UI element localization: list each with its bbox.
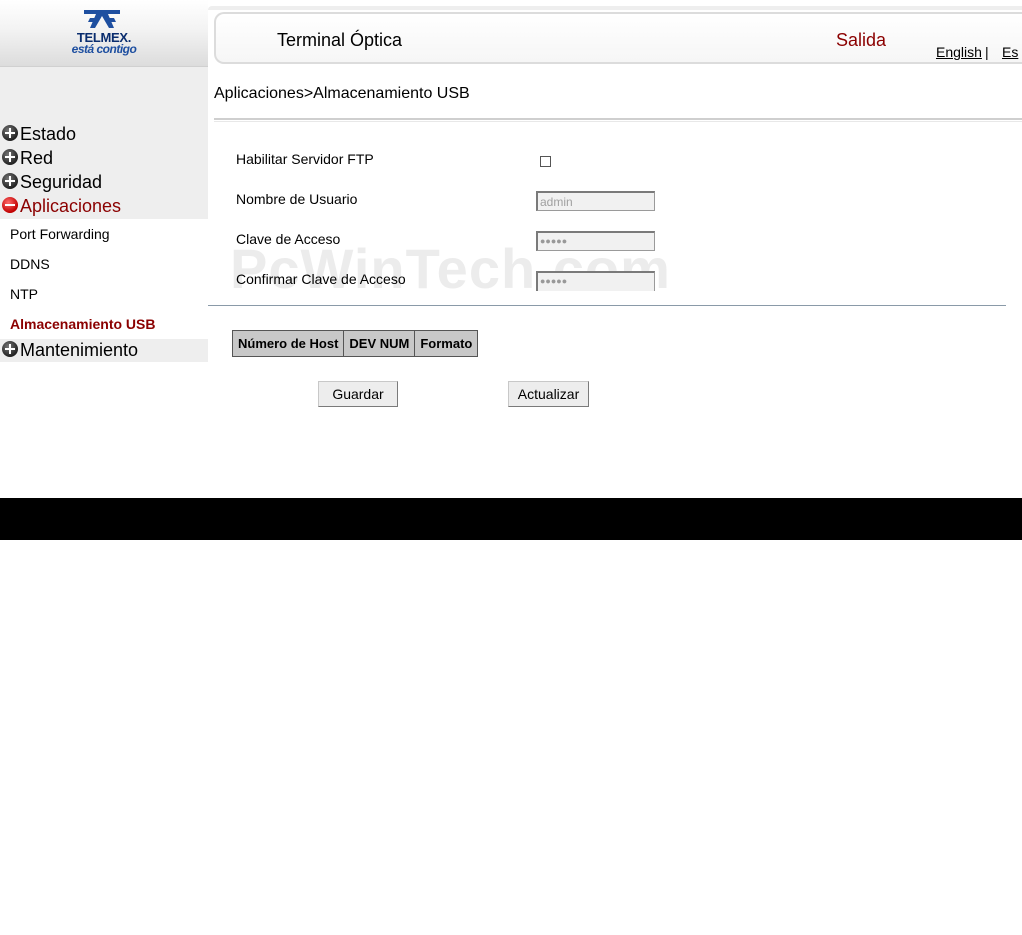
collapse-minus-icon <box>2 197 18 213</box>
sidebar-item-estado[interactable]: Estado <box>0 123 208 147</box>
confirm-password-label: Confirmar Clave de Acceso <box>236 271 406 287</box>
expand-plus-icon <box>2 149 18 165</box>
sidebar-item-seguridad[interactable]: Seguridad <box>0 171 208 195</box>
sidebar-item-label: Estado <box>20 124 77 144</box>
submenu-ntp[interactable]: NTP <box>0 279 208 309</box>
brand-tagline: está contigo <box>71 42 137 56</box>
form-divider <box>208 305 1006 306</box>
sidebar-item-label: Aplicaciones <box>20 196 122 216</box>
header-top-line <box>208 6 1022 10</box>
confirm-password-mask: ●●●●● <box>540 276 568 286</box>
breadcrumb-divider <box>214 118 1022 120</box>
expand-plus-icon <box>2 125 18 141</box>
lang-separator: | <box>985 44 989 60</box>
ftp-enable-checkbox[interactable] <box>540 156 551 167</box>
telmex-logo-icon <box>84 10 120 28</box>
breadcrumb: Aplicaciones>Almacenamiento USB <box>214 85 470 102</box>
table-header-host: Número de Host <box>231 330 345 357</box>
confirm-password-input[interactable]: ●●●●● <box>536 271 655 291</box>
lang-english-link[interactable]: English <box>936 44 982 60</box>
sidebar-item-aplicaciones[interactable]: Aplicaciones <box>0 195 208 219</box>
table-header-formato: Formato <box>414 330 479 357</box>
lang-spanish-link[interactable]: Es <box>1002 44 1018 60</box>
submenu-ddns[interactable]: DDNS <box>0 249 208 279</box>
expand-plus-icon <box>2 173 18 189</box>
breadcrumb-divider-shadow <box>214 121 1022 122</box>
table-header-dev-num: DEV NUM <box>343 330 416 357</box>
username-label: Nombre de Usuario <box>236 191 358 207</box>
refresh-button[interactable]: Actualizar <box>508 381 589 407</box>
table-header-row: Número de Host DEV NUM Formato <box>231 330 479 357</box>
usb-host-table: Número de Host DEV NUM Formato <box>231 330 479 357</box>
sidebar-item-red[interactable]: Red <box>0 147 208 171</box>
submenu-label: NTP <box>10 286 38 302</box>
submenu-label: DDNS <box>10 256 50 272</box>
sidebar-item-label: Mantenimiento <box>20 340 139 360</box>
logo-area: TELMEX. está contigo <box>0 0 208 67</box>
sidebar: Estado Red Seguridad Aplicaciones Port F… <box>0 67 208 362</box>
ftp-enable-label: Habilitar Servidor FTP <box>236 151 374 167</box>
sidebar-item-mantenimiento[interactable]: Mantenimiento <box>0 339 208 363</box>
username-input[interactable] <box>536 191 655 211</box>
sidebar-item-label: Seguridad <box>20 172 103 192</box>
logout-link[interactable]: Salida <box>836 30 886 51</box>
footer-bar <box>0 498 1022 540</box>
submenu-label: Port Forwarding <box>10 226 110 242</box>
submenu-port-forwarding[interactable]: Port Forwarding <box>0 219 208 249</box>
expand-plus-icon <box>2 341 18 357</box>
product-title: Terminal Óptica <box>277 30 403 50</box>
submenu-label: Almacenamiento USB <box>10 316 156 332</box>
submenu-almacenamiento-usb[interactable]: Almacenamiento USB <box>0 309 208 339</box>
sidebar-item-label: Red <box>20 148 54 168</box>
watermark: PcWinTech.com <box>230 237 671 300</box>
save-button[interactable]: Guardar <box>318 381 398 407</box>
